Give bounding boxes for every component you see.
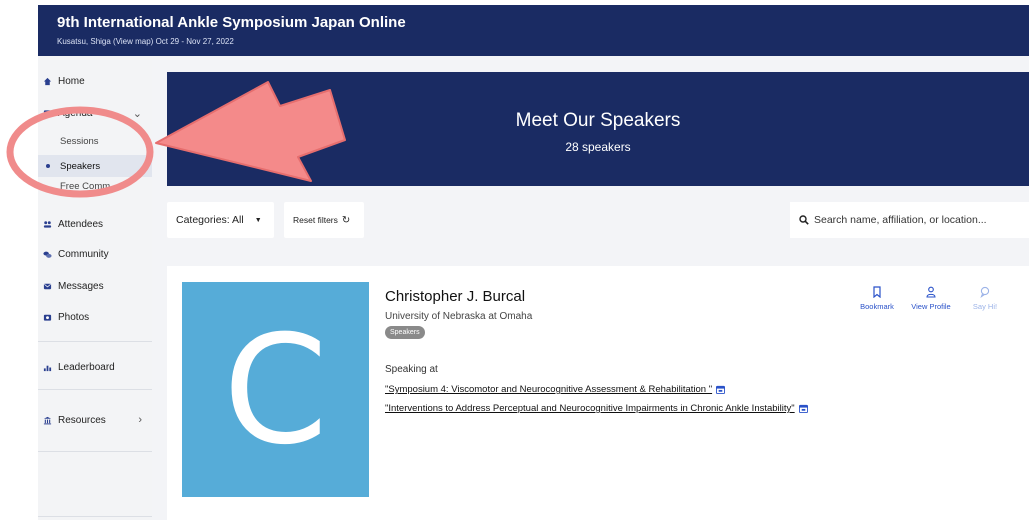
agenda-icon [43,109,52,117]
caret-down-icon: ▼ [254,216,262,224]
sidebar-item-label: Messages [58,280,104,292]
say-hi-label: Say Hi! [972,302,998,311]
sidebar-item-leaderboard[interactable]: Leaderboard [38,355,152,379]
sidebar-item-label: Resources [58,414,106,426]
bookmark-button[interactable]: Bookmark [847,286,907,311]
categories-dropdown[interactable]: Categories: All ▼ [167,202,274,238]
refresh-icon: ↻ [341,214,351,226]
calendar-icon[interactable] [716,385,726,394]
main-content: Meet Our Speakers 28 speakers Categories… [152,56,1029,520]
sidebar-item-agenda[interactable]: Agenda ⌄ [38,101,152,125]
avatar-initial: C [223,304,328,478]
sidebar-divider [38,341,152,342]
sidebar-item-sessions[interactable]: Sessions [38,130,152,152]
sidebar-item-label: Photos [58,311,90,323]
messages-icon [43,283,52,289]
event-title: 9th International Ankle Symposium Japan … [57,14,406,31]
sidebar-item-label: Speakers [60,160,101,172]
photos-icon [43,314,52,321]
sidebar-divider [38,516,152,517]
sidebar-item-messages[interactable]: Messages [38,274,152,298]
search-icon [799,215,809,225]
chevron-down-icon[interactable]: ⌄ [133,107,142,120]
chat-bubble-icon [980,286,990,298]
sidebar-item-attendees[interactable]: Attendees [38,212,152,236]
speaker-affiliation: University of Nebraska at Omaha [385,311,533,322]
speaker-avatar[interactable]: C [182,282,369,497]
leaderboard-icon [43,365,52,371]
search-input[interactable]: Search name, affiliation, or location... [790,202,1029,238]
event-header: 9th International Ankle Symposium Japan … [38,5,1029,56]
session-title[interactable]: "Symposium 4: Viscomotor and Neurocognit… [385,384,712,395]
reset-filters-label: Reset filters [293,215,338,225]
bookmark-label: Bookmark [860,302,894,311]
attendees-icon [43,220,52,228]
sidebar-item-photos[interactable]: Photos [38,305,152,329]
sidebar-item-label: Community [58,248,109,260]
sidebar: Home Agenda ⌄ Sessions Speakers Free Com… [38,56,152,520]
speaking-at-label: Speaking at [385,364,438,375]
sidebar-item-label: Leaderboard [58,361,115,373]
sidebar-item-free-comm[interactable]: Free Comm [38,181,152,195]
bookmark-icon [873,286,881,298]
sidebar-item-community[interactable]: Community [38,242,152,266]
session-link[interactable]: "Interventions to Address Perceptual and… [385,403,808,414]
community-icon [43,251,52,258]
say-hi-button[interactable]: Say Hi! [955,286,1015,311]
active-dot-icon [46,164,50,168]
sidebar-item-label: Free Comm [60,181,111,192]
reset-filters-button[interactable]: Reset filters ↻ [284,202,364,238]
speaker-card[interactable]: C Christopher J. Burcal University of Ne… [167,266,1029,520]
sidebar-item-resources[interactable]: Resources › [38,408,152,432]
speaker-count: 28 speakers [565,140,631,154]
sidebar-item-speakers[interactable]: Speakers [38,155,152,177]
person-icon [926,286,936,298]
sidebar-item-label: Sessions [60,135,99,147]
sidebar-item-label: Attendees [58,218,104,230]
sidebar-item-label: Agenda [58,107,93,119]
view-profile-button[interactable]: View Profile [901,286,961,311]
view-profile-label: View Profile [911,302,951,311]
calendar-icon[interactable] [798,404,808,413]
chevron-right-icon[interactable]: › [138,414,142,426]
speaker-badge: Speakers [385,326,425,339]
sidebar-divider [38,389,152,390]
speaker-name[interactable]: Christopher J. Burcal [385,288,525,305]
page-title: Meet Our Speakers [515,110,681,131]
sidebar-divider [38,451,152,452]
speakers-hero-banner: Meet Our Speakers 28 speakers [167,72,1029,186]
search-placeholder: Search name, affiliation, or location... [814,214,987,226]
session-link[interactable]: "Symposium 4: Viscomotor and Neurocognit… [385,384,726,395]
event-subtitle[interactable]: Kusatsu, Shiga (View map) Oct 29 - Nov 2… [57,37,234,46]
sidebar-item-home[interactable]: Home [38,69,152,93]
session-title[interactable]: "Interventions to Address Perceptual and… [385,403,795,414]
home-icon [43,77,52,85]
sidebar-item-label: Home [58,75,85,87]
resources-icon [43,416,52,424]
categories-label: Categories: All [176,214,244,226]
